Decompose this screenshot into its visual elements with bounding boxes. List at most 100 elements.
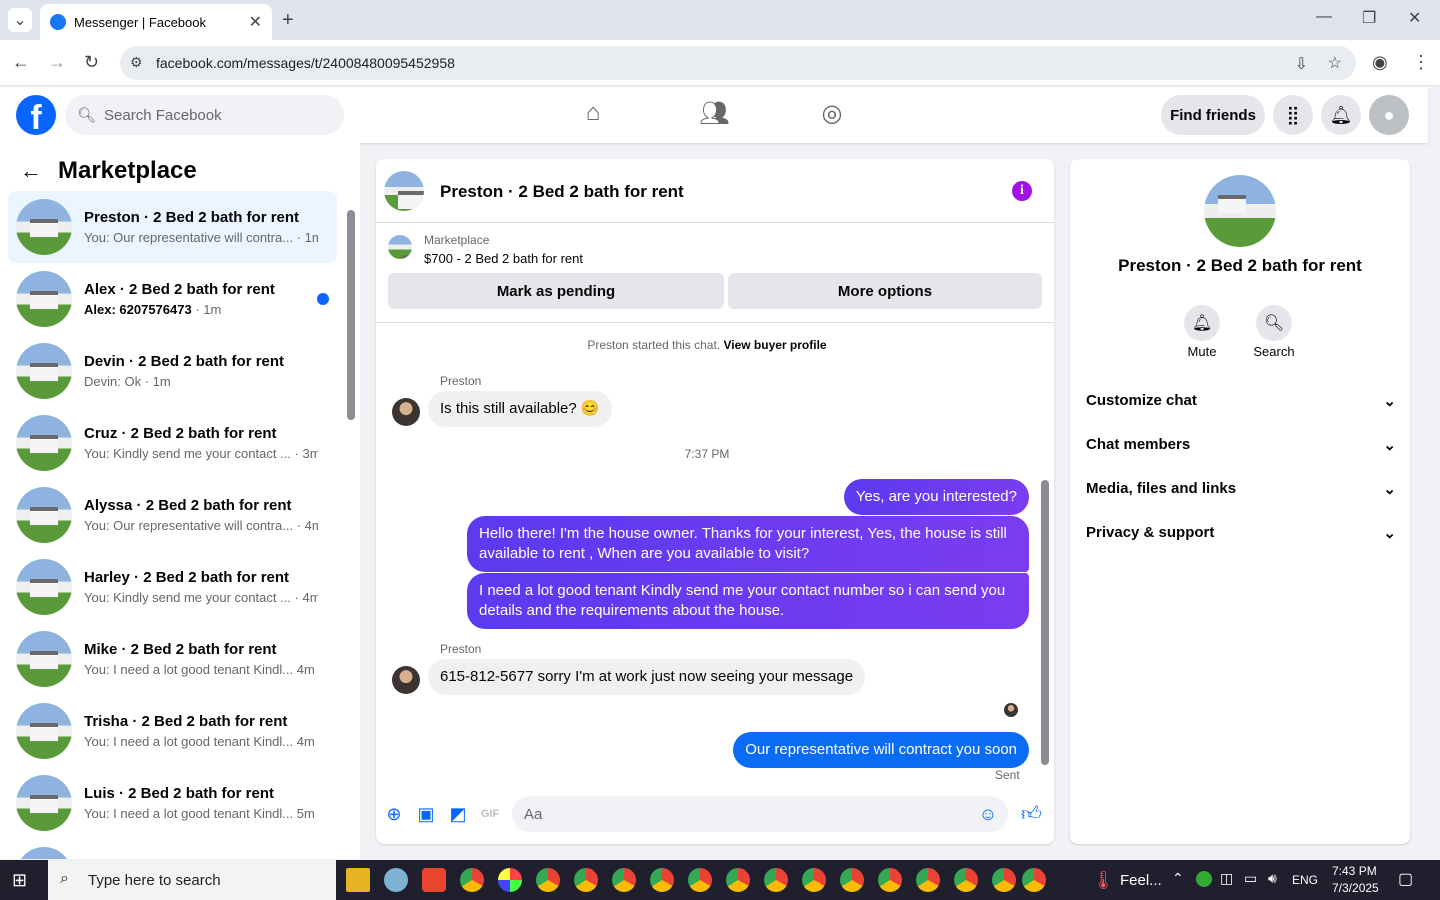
site-info-icon[interactable]: ⚙ bbox=[130, 54, 143, 71]
friends-icon[interactable]: 👥︎ bbox=[699, 99, 729, 127]
app-icon[interactable] bbox=[498, 868, 522, 892]
chrome-icon[interactable] bbox=[726, 868, 750, 892]
search-chat-icon[interactable]: 🔍︎ bbox=[1256, 305, 1292, 341]
chrome-icon[interactable] bbox=[878, 868, 902, 892]
browser-tab[interactable]: Messenger | Facebook ✕ bbox=[40, 4, 272, 40]
conversation-item[interactable]: Trisha · 2 Bed 2 bath for rent You: I ne… bbox=[8, 695, 337, 767]
brave-browser-icon[interactable] bbox=[422, 868, 446, 892]
conversation-item[interactable]: Alex · 2 Bed 2 bath for rent Alex: 62075… bbox=[8, 263, 337, 335]
incoming-message[interactable]: Is this still available? 😊 bbox=[428, 391, 612, 427]
outgoing-message[interactable]: Our representative will contract you soo… bbox=[733, 732, 1029, 768]
chrome-icon[interactable] bbox=[650, 868, 674, 892]
incoming-message[interactable]: 615-812-5677 sorry I'm at work just now … bbox=[428, 659, 866, 695]
install-app-icon[interactable]: ⇩ bbox=[1295, 54, 1308, 74]
chrome-icon[interactable] bbox=[954, 868, 978, 892]
network-icon[interactable]: ▭ bbox=[1244, 870, 1257, 887]
back-icon[interactable]: ← bbox=[12, 52, 30, 73]
restore-icon[interactable]: ❐ bbox=[1362, 8, 1376, 28]
windows-start-icon[interactable]: ⊞ bbox=[12, 870, 27, 891]
chrome-icon[interactable] bbox=[536, 868, 560, 892]
facebook-search-input[interactable]: 🔍︎ Search Facebook bbox=[65, 95, 344, 135]
chat-scrollbar[interactable] bbox=[1041, 480, 1049, 765]
facebook-logo-icon[interactable]: f bbox=[16, 95, 56, 137]
outgoing-message[interactable]: Hello there! I'm the house owner. Thanks… bbox=[467, 516, 1029, 572]
menu-grid-icon[interactable]: ⣿ bbox=[1273, 95, 1313, 135]
chat-members-section[interactable]: Chat members ⌄ bbox=[1086, 436, 1396, 454]
app-icon[interactable] bbox=[384, 868, 408, 892]
conversation-item[interactable]: Luis · 2 Bed 2 bath for rent You: I need… bbox=[8, 767, 337, 839]
gif-icon[interactable]: GIF bbox=[480, 804, 500, 824]
notification-center-icon[interactable]: ▢ bbox=[1398, 869, 1413, 889]
new-tab-icon[interactable]: + bbox=[282, 9, 294, 32]
photo-icon[interactable]: ▣ bbox=[416, 804, 436, 824]
find-friends-button[interactable]: Find friends bbox=[1161, 95, 1265, 135]
chat-title[interactable]: Preston · 2 Bed 2 bath for rent bbox=[440, 182, 684, 202]
account-avatar[interactable]: ● bbox=[1369, 95, 1409, 135]
sticker-icon[interactable]: ◩ bbox=[448, 804, 468, 824]
bookmark-star-icon[interactable]: ☆ bbox=[1328, 53, 1342, 73]
minimize-icon[interactable]: — bbox=[1316, 8, 1332, 26]
conversation-item[interactable]: Mike · 2 Bed 2 bath for rent You: I need… bbox=[8, 623, 337, 695]
plus-circle-icon[interactable]: ⊕ bbox=[384, 804, 404, 824]
tab-list-icon[interactable]: ⌄ bbox=[8, 8, 32, 32]
message-input[interactable]: Aa ☺ bbox=[512, 796, 1008, 832]
clock-date[interactable]: 7/3/2025 bbox=[1332, 881, 1379, 895]
notifications-bell-icon[interactable]: 🔔︎ bbox=[1321, 95, 1361, 135]
mute-bell-icon[interactable]: 🔔︎ bbox=[1184, 305, 1220, 341]
show-hidden-icons-icon[interactable]: ⌃ bbox=[1172, 870, 1184, 887]
chrome-icon[interactable] bbox=[840, 868, 864, 892]
info-icon[interactable]: i bbox=[1012, 181, 1032, 201]
weather-text[interactable]: Feel... bbox=[1120, 872, 1162, 889]
chrome-icon[interactable] bbox=[460, 868, 484, 892]
view-buyer-profile-link[interactable]: View buyer profile bbox=[723, 338, 826, 352]
mark-as-pending-button[interactable]: Mark as pending bbox=[388, 273, 724, 309]
conversation-item[interactable]: Devin · 2 Bed 2 bath for rent Devin: Ok … bbox=[8, 335, 337, 407]
listing-title[interactable]: $700 - 2 Bed 2 bath for rent bbox=[424, 251, 583, 266]
customize-chat-section[interactable]: Customize chat ⌄ bbox=[1086, 392, 1396, 410]
close-window-icon[interactable]: ✕ bbox=[1408, 8, 1421, 28]
address-bar[interactable]: ⚙ facebook.com/messages/t/24008480095452… bbox=[120, 46, 1356, 80]
taskbar-search-input[interactable]: ⌕ Type here to search bbox=[48, 860, 336, 900]
home-icon[interactable]: ⌂ bbox=[579, 99, 607, 127]
close-tab-icon[interactable]: ✕ bbox=[249, 12, 262, 32]
chrome-icon[interactable] bbox=[916, 868, 940, 892]
forward-icon[interactable]: → bbox=[48, 52, 66, 73]
file-explorer-icon[interactable] bbox=[346, 868, 370, 892]
thumbs-up-icon[interactable]: 👍︎ bbox=[1021, 804, 1042, 824]
conversation-list-scrollbar[interactable] bbox=[347, 210, 355, 420]
weather-thermometer-icon[interactable]: 🌡︎ bbox=[1092, 870, 1115, 891]
chrome-icon[interactable] bbox=[574, 868, 598, 892]
conversation-time: · 1m bbox=[144, 374, 171, 389]
page-title: Marketplace bbox=[58, 157, 197, 184]
clock-time[interactable]: 7:43 PM bbox=[1332, 864, 1377, 878]
chrome-icon[interactable] bbox=[612, 868, 636, 892]
chrome-icon[interactable] bbox=[1022, 868, 1046, 892]
sender-avatar[interactable] bbox=[392, 666, 420, 694]
profile-icon[interactable]: ◉ bbox=[1372, 52, 1388, 73]
conversation-item[interactable]: Harley · 2 Bed 2 bath for rent You: Kind… bbox=[8, 551, 337, 623]
tray-app-icon[interactable] bbox=[1196, 871, 1212, 887]
privacy-support-section[interactable]: Privacy & support ⌄ bbox=[1086, 524, 1396, 542]
chrome-icon[interactable] bbox=[764, 868, 788, 892]
more-options-button[interactable]: More options bbox=[728, 273, 1042, 309]
conversation-item[interactable]: Cruz · 2 Bed 2 bath for rent You: Kindly… bbox=[8, 407, 337, 479]
emoji-icon[interactable]: ☺ bbox=[978, 804, 998, 824]
chrome-icon[interactable] bbox=[992, 868, 1016, 892]
groups-icon[interactable]: ◎ bbox=[818, 99, 846, 127]
outgoing-message[interactable]: Yes, are you interested? bbox=[843, 479, 1029, 515]
conversation-item[interactable]: Preston · 2 Bed 2 bath for rent You: Our… bbox=[8, 191, 337, 263]
chrome-icon[interactable] bbox=[688, 868, 712, 892]
back-arrow-icon[interactable]: ← bbox=[20, 158, 42, 184]
menu-dots-icon[interactable]: ⋮ bbox=[1412, 52, 1430, 73]
outgoing-message[interactable]: I need a lot good tenant Kindly send me … bbox=[467, 573, 1029, 629]
chrome-icon[interactable] bbox=[802, 868, 826, 892]
conversation-item[interactable] bbox=[8, 839, 337, 859]
sender-avatar[interactable] bbox=[392, 398, 420, 426]
volume-icon[interactable]: 🔊︎ bbox=[1268, 870, 1277, 887]
sent-status: Sent bbox=[995, 768, 1020, 782]
language-indicator[interactable]: ENG bbox=[1292, 873, 1318, 887]
conversation-item[interactable]: Alyssa · 2 Bed 2 bath for rent You: Our … bbox=[8, 479, 337, 551]
meet-icon[interactable]: ◫ bbox=[1220, 870, 1233, 887]
reload-icon[interactable]: ↻ bbox=[84, 52, 99, 73]
media-files-links-section[interactable]: Media, files and links ⌄ bbox=[1086, 480, 1396, 498]
